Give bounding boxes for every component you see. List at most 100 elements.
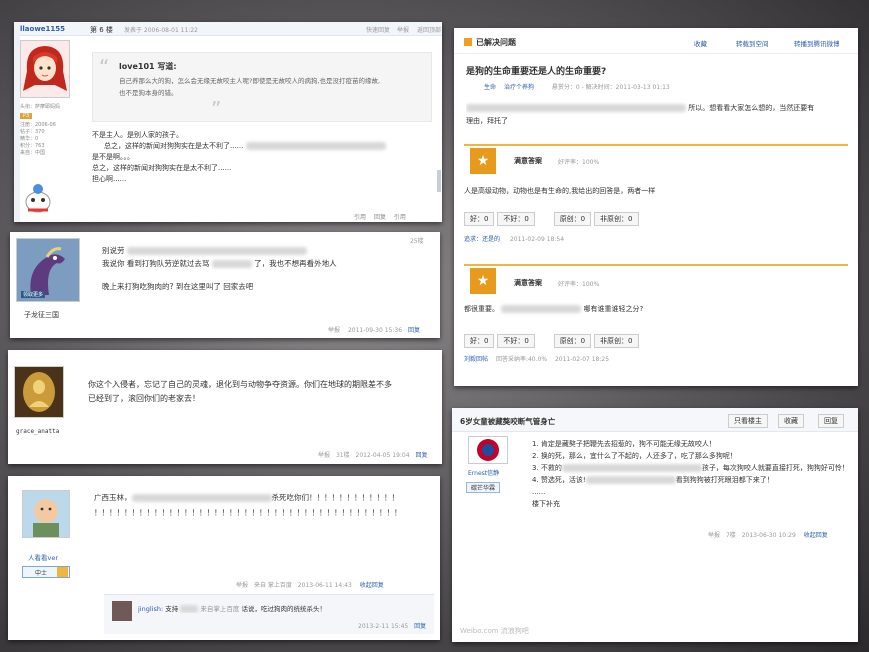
answer-text: 人是高级动物，动物也是有生命的,我给出的回答是，两者一样 [464, 187, 656, 195]
avatar[interactable] [20, 40, 70, 98]
floor-number: 7楼 [725, 532, 736, 539]
reply-line-3: 是不是啊。。。 [92, 153, 134, 161]
floor-number: 25楼 [410, 238, 424, 245]
username[interactable]: 子龙征三国 [24, 310, 59, 320]
post-footer: 引用 回复 引用 [354, 212, 406, 221]
baby-avatar-icon [23, 491, 69, 537]
report-link[interactable]: 举报 [236, 582, 248, 589]
buddha-avatar-icon [15, 367, 63, 417]
forum-post-panel-4: 人看看ver 中士 广西玉林， 杀死吃你们！！！！！！！！！！！！ ！！！！！！！… [8, 476, 440, 640]
badge-label[interactable]: 领取更多 [21, 291, 46, 298]
open-quote-icon: “ [99, 55, 110, 79]
info-title: 头衔：萨摩耶妈妈 [20, 104, 61, 110]
collapse-replies-link[interactable]: 收起回复 [360, 582, 384, 589]
thread-title: 6岁女童被藏獒咬断气管身亡 [460, 417, 556, 426]
close-quote-icon: ” [211, 97, 222, 121]
quick-reply-link[interactable]: 快速回复 [366, 25, 390, 34]
reply-link[interactable]: 回复 [408, 327, 420, 334]
reply-link[interactable]: 回复 [416, 452, 428, 459]
sub-avatar[interactable] [112, 601, 132, 621]
back-top-link[interactable]: 返回顶部 [417, 25, 441, 34]
solved-label: 已解决问题 [476, 38, 516, 47]
answer-box-1: ★ 满意答案 好评率：100% 人是高级动物，动物也是有生命的,我给出的回答是，… [464, 144, 848, 243]
non-original-button[interactable]: 非原创：0 [594, 334, 639, 348]
quote-text-2: 也不是狗本身的错。 [119, 89, 178, 97]
post-body: 别说劳 我说你 看到打狗队劳逆就过去骂 了，我也不想再看外地人 晚上来打狗吃狗肉… [102, 244, 432, 293]
tag-2[interactable]: 治疗个养狗 [504, 84, 534, 91]
post-header-bar: llaowe1155 第 6 楼 发表于 2006-08-01 11:22 快速… [14, 22, 442, 36]
avatar[interactable] [468, 436, 508, 464]
body-line-2: 2. 换的死，那么，宜什么了不起的，人还多了，吃了那么多狗呢！ [532, 452, 737, 460]
post-footer: 举报 来自 掌上百度 2013-06-11 14:43 收起回复 [236, 580, 384, 589]
post-footer: 举报 2011-09-30 15:36 回复 [328, 325, 420, 334]
body-line-4: 4. 赞选死，活该! 看到狗狗被打死眼泪都下来了！ [532, 476, 774, 484]
info-posts: 帖子：370 [20, 129, 45, 135]
username[interactable]: 人看看ver [28, 552, 58, 562]
tag-1[interactable]: 生命 [484, 84, 496, 91]
post-body: 1. 肯定是藏獒子把鞭先去招惹的，狗不可能无缘无故咬人！ 2. 换的死，那么，宜… [532, 438, 852, 510]
downvote-button[interactable]: 不好：0 [497, 334, 535, 348]
answer-rate: 好评率：100% [558, 159, 600, 166]
sub-reply-line: jinglish: 支持 来自掌上百度 话说，吃过狗肉的统统杀头！ [138, 605, 326, 613]
reply-button[interactable]: 回复 [374, 214, 386, 221]
username[interactable]: grace_anatta [16, 428, 59, 435]
share-space-button[interactable]: 转载到空间 [736, 38, 769, 48]
cite-button[interactable]: 引用 [394, 214, 406, 221]
question-title: 是狗的生命重要还是人的生命重要? [466, 67, 607, 77]
sub-username[interactable]: jinglish: [138, 605, 163, 613]
left-rail [14, 22, 20, 222]
answer-box-2: ★ 满意答案 好评率：100% 都很重要。 哪有谁重谁轻之分? 好：0 不好：0… [464, 264, 848, 376]
username[interactable]: llaowe1155 [20, 25, 65, 33]
report-link[interactable]: 举报 [318, 452, 330, 459]
avatar[interactable] [22, 490, 70, 538]
forum-thread-panel: 6岁女童被藏獒咬断气管身亡 只看楼主 收藏 回复 Ernest信静 碳芒华霖 1… [452, 408, 858, 642]
weibo-watermark: Weibo.com 流浪狗吧 [460, 627, 529, 635]
collapse-replies-link[interactable]: 收起回复 [804, 532, 828, 539]
username[interactable]: Ernest信静 [468, 468, 499, 477]
report-link[interactable]: 举报 [397, 25, 409, 34]
downvote-button[interactable]: 不好：0 [497, 212, 535, 226]
body-line-2: 已经到了，滚回你们的老家去！ [88, 394, 200, 403]
upvote-button[interactable]: 好：0 [464, 334, 495, 348]
info-from: 来自：中国 [20, 150, 46, 156]
vote-row: 好：0 不好：0 原创：0 非原创：0 [464, 334, 639, 348]
avatar[interactable] [14, 366, 64, 418]
report-link[interactable]: 举报 [328, 327, 340, 334]
body-line-3: 晚上来打狗吃狗肉的? 到在这里叫了 回家去吧 [102, 282, 254, 291]
quote-author: love101 写道: [119, 62, 177, 71]
share-weibo-button[interactable]: 转播到腾讯微博 [794, 38, 840, 48]
non-original-button[interactable]: 非原创：0 [594, 212, 639, 226]
quote-button[interactable]: 引用 [354, 214, 366, 221]
original-button[interactable]: 原创：0 [553, 212, 592, 226]
qa-panel: 已解决问题 收藏 转载到空间 转播到腾讯微博 是狗的生命重要还是人的生命重要? … [454, 28, 858, 386]
avatar[interactable]: 领取更多 [16, 238, 80, 302]
upvote-button[interactable]: 好：0 [464, 212, 495, 226]
post-date: 2011-09-30 15:36 [347, 327, 403, 334]
quote-box: “ love101 写道: 自己养那么大的狗，怎么会无缘无故咬主人呢?即使是无故… [92, 52, 432, 122]
answer-label: 满意答案 [514, 157, 542, 165]
answer-text: 都很重要。 哪有谁重谁轻之分? [464, 305, 644, 313]
favorite-button[interactable]: 收藏 [694, 38, 707, 48]
asker-meta: 悬赏分：0 - 解决时间：2011-03-13 01:13 [551, 84, 670, 91]
body-line-1: 你这个入侵者，忘记了自己的灵魂，退化到与动物争夺资源。你们在地球的期限差不多 [88, 380, 392, 389]
post-body: 广西玉林， 杀死吃你们！！！！！！！！！！！！ ！！！！！！！！！！！！！！！！！… [94, 490, 434, 520]
sub-reply-footer: 2013-2-11 15:45 回复 [358, 623, 427, 630]
sub-reply-link[interactable]: 回复 [414, 623, 426, 630]
medal-icon: ★ [470, 148, 496, 174]
body-line-1: 别说劳 [102, 244, 432, 257]
reply-button[interactable]: 回复 [818, 414, 844, 428]
report-link[interactable]: 举报 [708, 532, 720, 539]
scrollbar[interactable] [437, 170, 441, 192]
body-line-2: 我说你 看到打狗队劳逆就过去骂 了，我也不想再看外地人 [102, 259, 337, 268]
author-only-button[interactable]: 只看楼主 [728, 414, 768, 428]
original-button[interactable]: 原创：0 [553, 334, 592, 348]
forum-post-panel-2: 领取更多 子龙征三国 别说劳 我说你 看到打狗队劳逆就过去骂 了，我也不想再看外… [10, 232, 440, 338]
favorite-button[interactable]: 收藏 [778, 414, 804, 428]
thread-header: 6岁女童被藏獒咬断气管身亡 只看楼主 收藏 回复 [452, 408, 858, 432]
body-line-6: 楼下补充 [532, 500, 560, 508]
body-line-3: 3. 不救的 孩子，每次狗咬人就要直接打死，狗狗好可怜！ [532, 464, 849, 472]
post-via: 来自 掌上百度 [253, 582, 292, 589]
post-footer: 举报 31楼 2012-04-05 19:04 回复 [318, 450, 428, 459]
sub-reply: jinglish: 支持 来自掌上百度 话说，吃过狗肉的统统杀头！ 2013-2… [104, 594, 434, 634]
club-crest-icon [477, 439, 499, 461]
